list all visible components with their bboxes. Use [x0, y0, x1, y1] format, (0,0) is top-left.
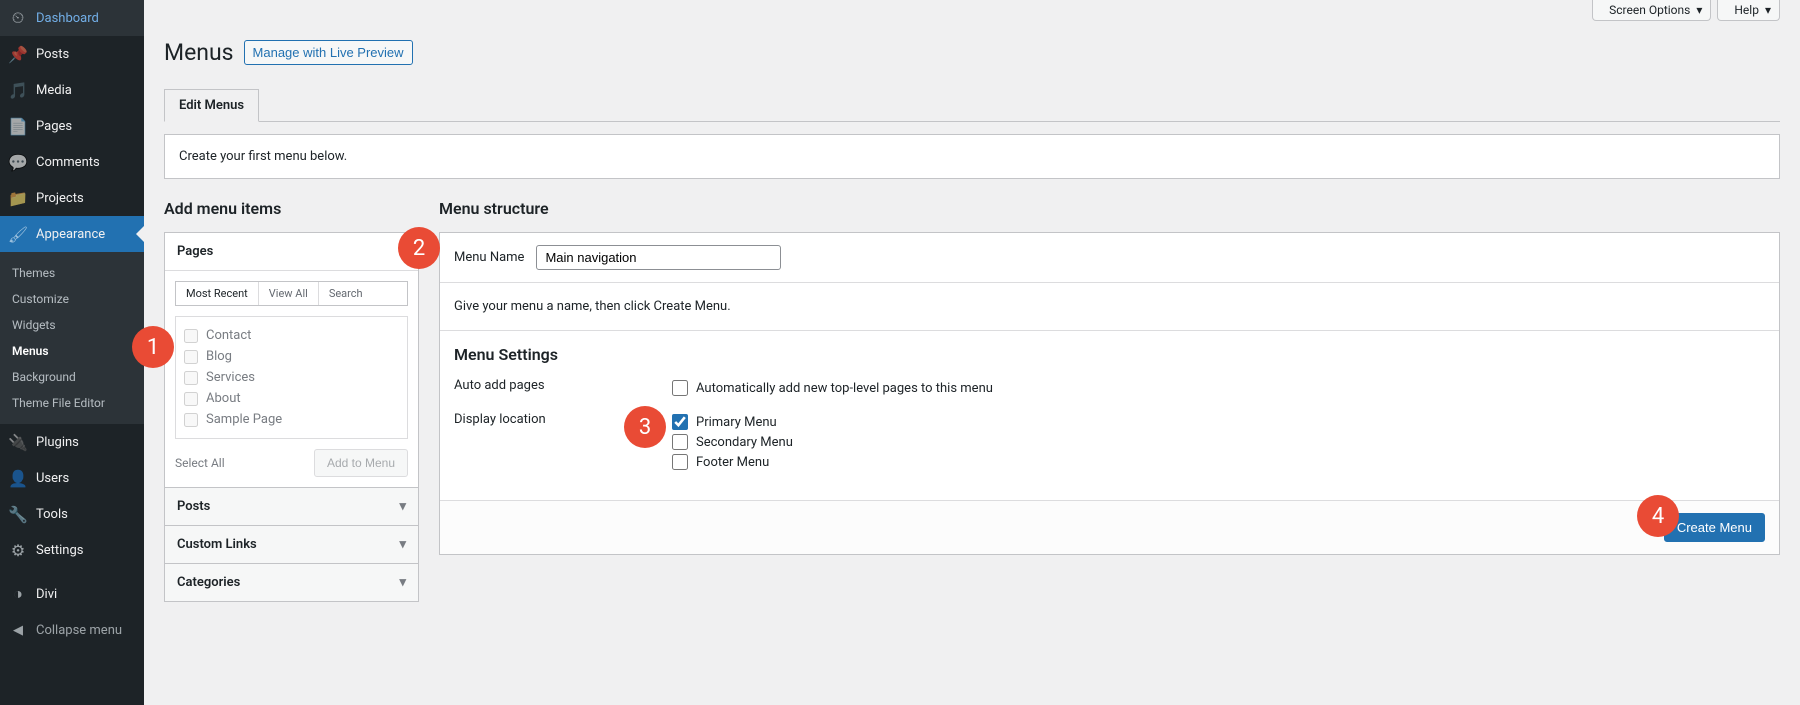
checkbox[interactable]: [672, 414, 688, 430]
speedometer-icon: ⏲: [8, 8, 28, 28]
page-blog[interactable]: Blog: [184, 346, 399, 367]
pages-checklist: Contact Blog Services About Sample Page: [175, 316, 408, 439]
submenu-widgets[interactable]: Widgets: [0, 312, 144, 338]
page-title: Menus: [164, 30, 234, 75]
collapse-icon: ◀: [8, 620, 28, 640]
notice: Create your first menu below.: [164, 134, 1780, 179]
accordion-posts-header[interactable]: Posts ▾: [165, 488, 418, 525]
caret-down-icon: ▾: [399, 499, 406, 514]
gear-icon: ⚙: [8, 540, 28, 560]
wrench-icon: 🔧: [8, 504, 28, 524]
checkbox[interactable]: [672, 380, 688, 396]
structure-title: Menu structure: [439, 199, 1780, 218]
create-menu-button[interactable]: Create Menu: [1664, 513, 1765, 542]
caret-down-icon: ▾: [1765, 3, 1771, 17]
caret-down-icon: ▾: [399, 575, 406, 590]
pill-most-recent[interactable]: Most Recent: [176, 282, 259, 305]
page-contact[interactable]: Contact: [184, 325, 399, 346]
checkbox[interactable]: [184, 413, 198, 427]
loc-primary[interactable]: Primary Menu: [672, 412, 1765, 432]
appearance-submenu: Themes Customize Widgets Menus 1 Backgro…: [0, 252, 144, 424]
user-icon: 👤: [8, 468, 28, 488]
tab-edit-menus[interactable]: Edit Menus: [164, 89, 259, 122]
submenu-themes[interactable]: Themes: [0, 260, 144, 286]
caret-down-icon: ▾: [1696, 3, 1702, 17]
plug-icon: 🔌: [8, 432, 28, 452]
page-icon: 📄: [8, 116, 28, 136]
checkbox[interactable]: [184, 350, 198, 364]
collapse-menu[interactable]: ◀Collapse menu: [0, 612, 144, 648]
nav-settings[interactable]: ⚙Settings: [0, 532, 144, 568]
nav-divi[interactable]: ◑Divi: [0, 576, 144, 612]
annotation-1: 1: [132, 326, 174, 368]
add-items-title: Add menu items: [164, 199, 419, 218]
pin-icon: 📌: [8, 44, 28, 64]
accordion-custom-links: Custom Links ▾: [164, 525, 419, 564]
nav-plugins[interactable]: 🔌Plugins: [0, 424, 144, 460]
media-icon: 🎵: [8, 80, 28, 100]
add-to-menu-button[interactable]: Add to Menu: [314, 449, 408, 477]
submenu-customize[interactable]: Customize: [0, 286, 144, 312]
nav-comments[interactable]: 💬Comments: [0, 144, 144, 180]
pill-view-all[interactable]: View All: [259, 282, 319, 305]
hint-text: Give your menu a name, then click Create…: [440, 283, 1779, 331]
help-tab[interactable]: Help▾: [1717, 0, 1780, 21]
submenu-theme-editor[interactable]: Theme File Editor: [0, 390, 144, 416]
nav-pages[interactable]: 📄Pages: [0, 108, 144, 144]
submenu-background[interactable]: Background: [0, 364, 144, 390]
projects-icon: 📁: [8, 188, 28, 208]
annotation-4: 4: [1637, 495, 1679, 537]
accordion-categories: Categories ▾: [164, 563, 419, 602]
annotation-3: 3: [624, 406, 666, 448]
main-content: Screen Options▾ Help▾ Menus Manage with …: [144, 0, 1800, 705]
nav-posts[interactable]: 📌Posts: [0, 36, 144, 72]
checkbox[interactable]: [672, 434, 688, 450]
page-services[interactable]: Services: [184, 367, 399, 388]
accordion-custom-header[interactable]: Custom Links ▾: [165, 526, 418, 563]
accordion-categories-header[interactable]: Categories ▾: [165, 564, 418, 601]
nav-users[interactable]: 👤Users: [0, 460, 144, 496]
divi-icon: ◑: [8, 584, 28, 604]
checkbox[interactable]: [184, 371, 198, 385]
brush-icon: 🖌: [8, 224, 28, 244]
annotation-2: 2: [398, 227, 440, 269]
nav-media[interactable]: 🎵Media: [0, 72, 144, 108]
caret-down-icon: ▾: [399, 537, 406, 552]
checkbox[interactable]: [184, 329, 198, 343]
select-all-link[interactable]: Select All: [175, 456, 225, 470]
loc-secondary[interactable]: Secondary Menu: [672, 432, 1765, 452]
accordion-pages: 2 Pages ▴ Most Recent View All Search Co…: [164, 232, 419, 488]
screen-options-tab[interactable]: Screen Options▾: [1592, 0, 1711, 21]
nav-dashboard[interactable]: ⏲Dashboard: [0, 0, 144, 36]
checkbox[interactable]: [184, 392, 198, 406]
menu-name-label: Menu Name: [454, 250, 524, 265]
checkbox[interactable]: [672, 454, 688, 470]
auto-add-label: Auto add pages: [454, 378, 672, 393]
accordion-posts: Posts ▾: [164, 487, 419, 526]
comment-icon: 💬: [8, 152, 28, 172]
live-preview-button[interactable]: Manage with Live Preview: [244, 40, 413, 65]
accordion-pages-header[interactable]: Pages ▴: [165, 233, 418, 271]
structure-box: Menu Name Give your menu a name, then cl…: [439, 232, 1780, 555]
pill-search[interactable]: Search: [319, 282, 373, 305]
submenu-menus[interactable]: Menus 1: [0, 338, 144, 364]
page-about[interactable]: About: [184, 388, 399, 409]
nav-projects[interactable]: 📁Projects: [0, 180, 144, 216]
nav-tools[interactable]: 🔧Tools: [0, 496, 144, 532]
menu-name-input[interactable]: [536, 245, 781, 270]
admin-sidebar: ⏲Dashboard 📌Posts 🎵Media 📄Pages 💬Comment…: [0, 0, 144, 705]
loc-footer[interactable]: Footer Menu: [672, 452, 1765, 472]
menu-settings-title: Menu Settings: [454, 345, 1765, 364]
page-sample[interactable]: Sample Page: [184, 409, 399, 430]
nav-appearance[interactable]: 🖌Appearance: [0, 216, 144, 252]
auto-add-option[interactable]: Automatically add new top-level pages to…: [672, 378, 1765, 398]
